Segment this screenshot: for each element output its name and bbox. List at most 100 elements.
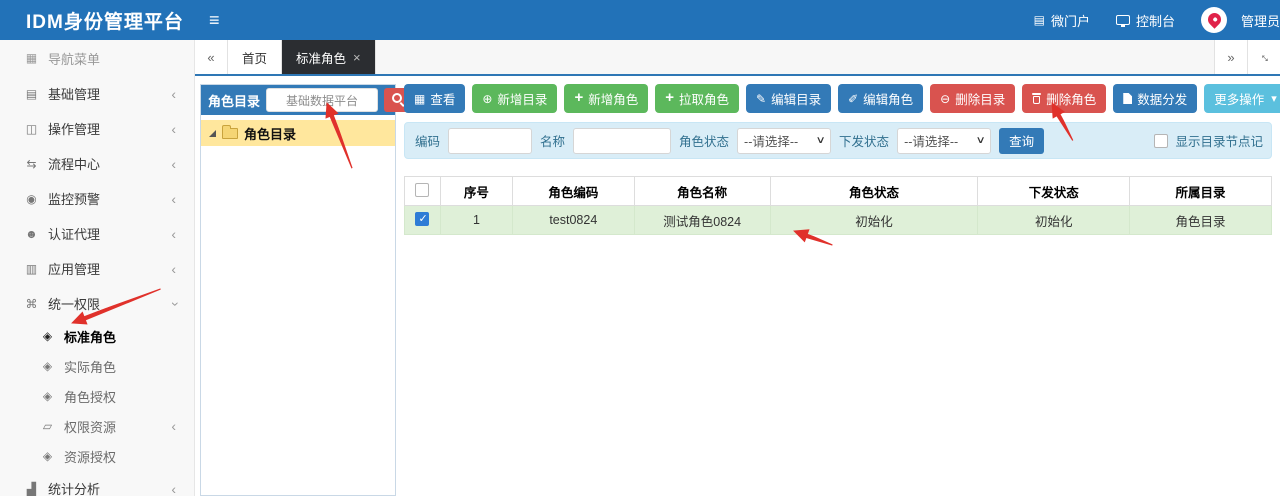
file-icon [1123,93,1133,104]
delete-role-button[interactable]: 删除角色 [1022,84,1107,113]
trash-icon [1032,93,1042,104]
sidebar-item-auth-proxy[interactable]: ☻ 认证代理 ‹ [0,216,194,251]
role-status-select[interactable]: --请选择-- ∨ [737,127,832,154]
chevron-down-icon: ‹ [165,301,182,306]
tab-standard-role[interactable]: 标准角色 × [282,40,376,74]
sidebar-item-perm-resource[interactable]: ▱ 权限资源 ‹ [0,411,194,441]
eye-icon: ◉ [26,191,37,206]
chevron-left-icon: ‹ [171,260,176,277]
user-avatar[interactable] [1200,7,1227,33]
top-navbar: IDM身份管理平台 ≡ ▤ 微门户 控制台 管理员 [0,0,1280,40]
chart-icon: ▟ [26,481,37,496]
col-role-name: 角色名称 [633,176,771,206]
plus-icon: + [665,89,674,106]
col-role-code: 角色编码 [511,176,635,206]
pencil-icon: ✎ [756,91,767,106]
chevron-left-icon: ‹ [171,480,176,496]
edit-directory-button[interactable]: ✎ 编辑目录 [746,84,832,113]
caret-down-icon: ▾ [1271,93,1277,105]
double-chevron-left-icon: « [207,49,215,65]
sidebar-item-actual-role[interactable]: ◈ 实际角色 [0,351,194,381]
role-status-label: 角色状态 [679,135,730,149]
console-link[interactable]: 控制台 [1115,11,1175,30]
cell-seq: 1 [439,205,513,235]
dispatch-status-select[interactable]: --请选择-- ∨ [897,127,992,154]
select-caret-icon: ∨ [975,135,986,146]
cell-role-code: test0824 [511,205,635,235]
data-distribute-button[interactable]: 数据分发 [1113,84,1198,113]
monitor-icon [1115,15,1130,27]
sidebar-toggle-icon[interactable]: ≡ [209,10,220,31]
name-input[interactable] [573,127,672,154]
col-dispatch-status: 下发状态 [977,176,1131,206]
pull-role-button[interactable]: + 拉取角色 [655,84,739,113]
tree-search-input[interactable] [266,88,379,112]
add-directory-button[interactable]: ⊕ 新增目录 [472,84,558,113]
delete-directory-button[interactable]: ⊖ 删除目录 [930,84,1016,113]
tag-icon: ◈ [42,359,53,373]
edit-square-icon: ✐ [848,91,859,106]
sidebar-item-role-auth[interactable]: ◈ 角色授权 [0,381,194,411]
dispatch-status-label: 下发状态 [839,135,890,149]
select-caret-icon: ∨ [815,135,826,146]
edit-role-button[interactable]: ✐ 编辑角色 [838,84,924,113]
sidebar-item-app-mgmt[interactable]: ▥ 应用管理 ‹ [0,251,194,286]
plus-circle-icon: ⊕ [482,91,493,106]
show-directory-checkbox[interactable] [1154,133,1169,148]
view-button[interactable]: ▦ 查看 [404,84,466,113]
close-icon[interactable]: × [353,50,361,65]
sitemap-icon: ⌘ [25,296,38,311]
sidebar-item-monitor-alert[interactable]: ◉ 监控预警 ‹ [0,181,194,216]
table-icon: ▦ [414,91,426,106]
sidebar-item-base-mgmt[interactable]: ▤ 基础管理 ‹ [0,76,194,111]
chevron-left-icon: ‹ [171,155,176,172]
fullscreen-button[interactable]: ↕ [1247,40,1280,74]
more-actions-button[interactable]: 更多操作 ▾ [1204,84,1280,113]
sidebar-item-ops-mgmt[interactable]: ◫ 操作管理 ‹ [0,111,194,146]
cell-directory: 角色目录 [1129,205,1272,235]
minus-circle-icon: ⊖ [940,91,951,106]
code-input[interactable] [448,127,533,154]
app-title: IDM身份管理平台 [26,11,184,33]
sidebar-item-unified-perm[interactable]: ⌘ 统一权限 ‹ [0,286,194,321]
role-table: 序号 角色编码 角色名称 角色状态 下发状态 所属目录 1 test0824 测… [404,176,1272,235]
main-content: ▦ 查看 ⊕ 新增目录 + 新增角色 + 拉取角色 ✎ 编辑目录 ✐ 编辑角色 … [404,84,1280,235]
search-icon [392,93,404,105]
table-row[interactable]: 1 test0824 测试角色0824 初始化 初始化 角色目录 [404,205,1272,235]
open-folder-icon [222,124,238,139]
cell-role-name: 测试角色0824 [633,205,771,235]
tag-icon: ◈ [42,449,53,463]
col-role-status: 角色状态 [769,176,979,206]
user-name[interactable]: 管理员 [1241,11,1280,30]
navbar-right: ▤ 微门户 控制台 管理员 [1034,7,1280,33]
tab-home[interactable]: 首页 [228,40,283,74]
scroll-tabs-left-button[interactable]: « [195,40,228,74]
book-icon: ◫ [25,121,38,136]
tabbar-spacer [376,40,1214,74]
tree-node-role-directory[interactable]: 角色目录 [201,120,395,146]
show-directory-label: 显示目录节点记 [1175,135,1263,149]
sidebar-item-standard-role[interactable]: ◈ 标准角色 [0,321,194,351]
chevron-left-icon: ‹ [171,120,176,137]
console-label: 控制台 [1135,13,1175,29]
portal-link[interactable]: ▤ 微门户 [1034,11,1090,30]
sidebar-item-resource-auth[interactable]: ◈ 资源授权 [0,441,194,471]
tree-panel-title: 角色目录 [208,93,261,109]
folder-icon: ▱ [42,419,53,433]
row-checkbox[interactable] [415,211,430,226]
sidebar-item-stats-analysis[interactable]: ▟ 统计分析 ‹ [0,471,194,496]
location-pin-icon [1205,10,1224,29]
nav-menu-header: ▦ 导航菜单 [25,51,101,67]
toolbar: ▦ 查看 ⊕ 新增目录 + 新增角色 + 拉取角色 ✎ 编辑目录 ✐ 编辑角色 … [404,84,1280,113]
chevron-left-icon: ‹ [171,418,176,434]
list-icon: ▥ [25,261,38,276]
sidebar-item-process-center[interactable]: ⇆ 流程中心 ‹ [0,146,194,181]
query-button[interactable]: 查询 [999,127,1045,154]
tree-expander-icon[interactable] [209,129,216,137]
code-label: 编码 [415,135,441,149]
scroll-tabs-right-button[interactable]: » [1214,40,1247,74]
filter-bar: 编码 名称 角色状态 --请选择-- ∨ 下发状态 --请选择-- ∨ 查询 显… [404,122,1272,159]
select-all-checkbox[interactable] [415,182,430,197]
tab-bar: « 首页 标准角色 × » ↕ [195,40,1280,76]
add-role-button[interactable]: + 新增角色 [564,84,649,113]
